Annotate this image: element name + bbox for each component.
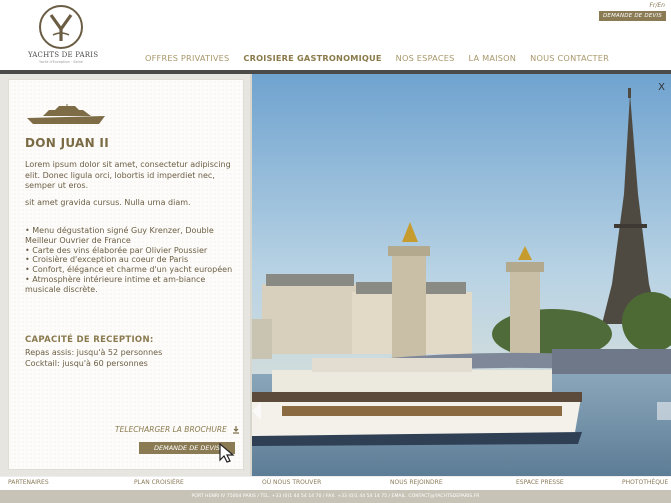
footer: PARTENAIRES PLAN CROISIÈRE OÙ NOUS TROUV…: [0, 476, 671, 503]
nav-croisiere-gastronomique[interactable]: CROISIERE GASTRONOMIQUE: [243, 53, 381, 63]
download-brochure-label: TELECHARGER LA BROCHURE: [115, 425, 227, 434]
nav-offres-privatives[interactable]: OFFRES PRIVATIVES: [145, 53, 229, 63]
nav-nos-espaces[interactable]: NOS ESPACES: [396, 53, 455, 63]
info-card: DON JUAN II Lorem ipsum dolor sit amet, …: [8, 79, 244, 470]
list-item: • Atmosphère intérieure intime et am-bia…: [25, 274, 206, 294]
prev-arrow-icon[interactable]: [252, 402, 261, 420]
list-item: • Carte des vins élaborée par Olivier Po…: [25, 245, 208, 255]
footer-link-partenaires[interactable]: PARTENAIRES: [8, 479, 49, 486]
logo-name: YACHTS DE PARIS: [28, 51, 99, 59]
header: YACHTS DE PARIS Yacht d'Exception · Sein…: [0, 0, 671, 74]
features-list: • Menu dégustation signé Guy Krenzer, Do…: [25, 226, 237, 295]
info-panel: DON JUAN II Lorem ipsum dolor sit amet, …: [0, 74, 252, 476]
hero-photo: X: [252, 74, 671, 476]
nav-nous-contacter[interactable]: NOUS CONTACTER: [530, 53, 609, 63]
list-item: • Menu dégustation signé Guy Krenzer, Do…: [25, 226, 214, 245]
paris-yacht-image: [252, 74, 671, 476]
footer-links: PARTENAIRES PLAN CROISIÈRE OÙ NOUS TROUV…: [0, 479, 671, 489]
capacity-cocktail: Cocktail: jusqu'à 60 personnes: [25, 359, 148, 368]
yacht-icon: [27, 104, 105, 124]
description-text-2: sit amet gravida cursus. Nulla urna diam…: [25, 198, 191, 207]
list-item: • Croisière d'exception au coeur de Pari…: [25, 255, 189, 265]
list-item: • Confort, élégance et charme d'un yacht…: [25, 265, 233, 275]
capacity-heading: CAPACITÉ DE RECEPTION:: [25, 335, 154, 345]
next-arrow-icon[interactable]: [657, 402, 671, 420]
main-nav: OFFRES PRIVATIVES CROISIERE GASTRONOMIQU…: [145, 53, 609, 63]
mouse-cursor-icon: [219, 442, 235, 463]
footer-link-ou-nous-trouver[interactable]: OÙ NOUS TROUVER: [262, 479, 321, 486]
footer-link-phototheque[interactable]: PHOTOTHÈQUE: [622, 479, 668, 486]
description-text: Lorem ipsum dolor sit amet, consectetur …: [25, 160, 231, 190]
footer-link-nous-rejoindre[interactable]: NOUS REJOINDRE: [390, 479, 443, 486]
logo-emblem: [39, 5, 83, 49]
capacity-seated: Repas assis: jusqu'à 52 personnes: [25, 348, 163, 357]
nav-la-maison[interactable]: LA MAISON: [469, 53, 517, 63]
download-brochure-link[interactable]: TELECHARGER LA BROCHURE: [115, 425, 240, 434]
yacht-title: DON JUAN II: [25, 136, 109, 150]
logo-tagline: Yacht d'Exception · Seine: [39, 60, 83, 64]
close-icon[interactable]: X: [658, 82, 665, 93]
language-switch[interactable]: Fr/En: [649, 2, 665, 9]
download-icon: [232, 425, 239, 434]
header-quote-button[interactable]: DEMANDE DE DEVIS: [598, 11, 666, 21]
footer-link-plan-croisiere[interactable]: PLAN CROISIÈRE: [134, 479, 184, 486]
footer-link-espace-presse[interactable]: ESPACE PRESSE: [516, 479, 564, 486]
logo[interactable]: YACHTS DE PARIS Yacht d'Exception · Sein…: [28, 5, 99, 64]
footer-address: PORT HENRI IV 75004 PARIS / TEL. +33 (0)…: [191, 494, 480, 499]
